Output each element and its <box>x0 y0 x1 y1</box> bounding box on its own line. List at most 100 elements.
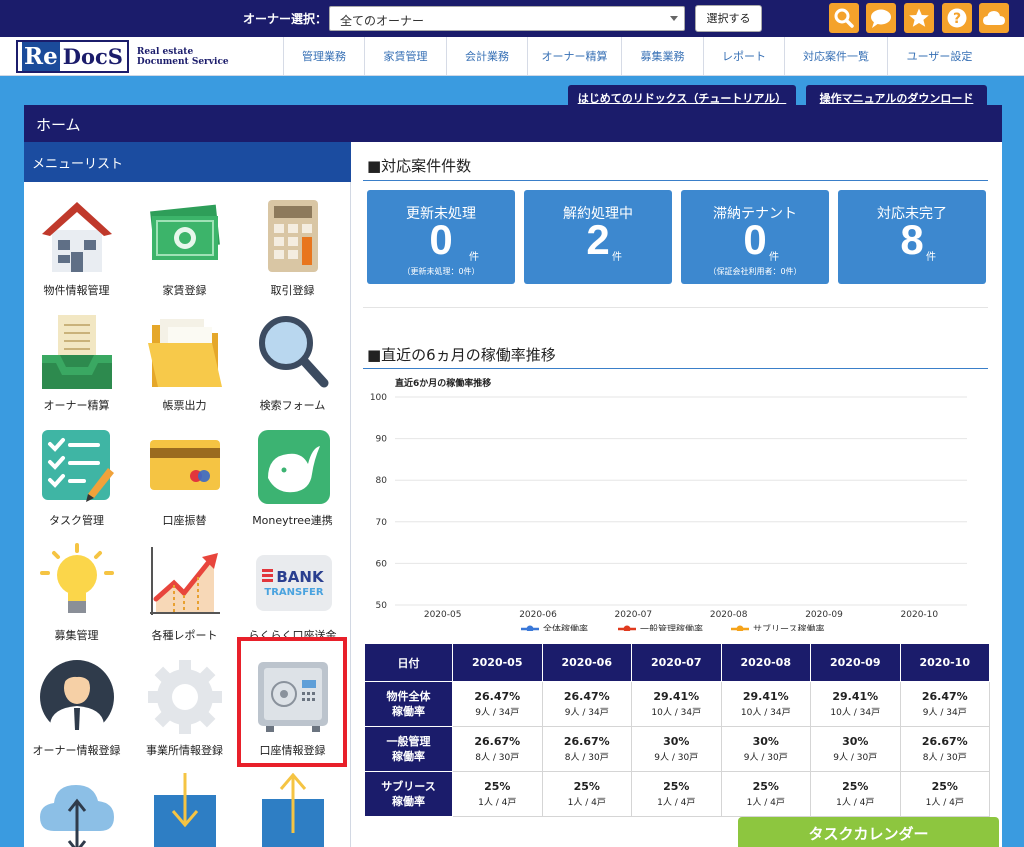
credit-card-icon <box>150 440 220 490</box>
cloud-icon[interactable] <box>979 3 1009 33</box>
chart-x-tick-label: 2020-05 <box>424 610 462 620</box>
menu-item-label: 取引登録 <box>270 284 315 297</box>
bank-label: BANK <box>276 568 325 586</box>
menu-item-download[interactable] <box>132 773 237 847</box>
cell-count: 9人 / 34戸 <box>564 708 609 718</box>
table-cell: 26.67% 8人 / 30戸 <box>899 726 990 772</box>
chevron-down-icon <box>670 16 678 21</box>
cell-count: 1人 / 4戸 <box>836 798 875 808</box>
nav-item-rent[interactable]: 家賃管理 <box>364 37 446 75</box>
menu-item-search-form[interactable]: 検索フォーム <box>240 313 345 425</box>
inbox-tray-icon <box>42 315 112 389</box>
cell-percentage: 26.67% <box>563 735 610 748</box>
menu-item-office-info[interactable]: 事業所情報登録 <box>132 658 237 770</box>
menu-header: メニューリスト <box>24 142 351 182</box>
occupancy-title-underline <box>363 368 988 369</box>
calculator-icon <box>268 200 318 272</box>
occupancy-table: 日付 2020-05 2020-06 2020-07 2020-08 2020-… <box>364 643 990 817</box>
chart-x-tick-label: 2020-08 <box>710 610 748 620</box>
cell-count: 1人 / 4戸 <box>478 798 517 808</box>
table-cell: 25% 1人 / 4戸 <box>541 771 632 817</box>
stat-card-value: 0 <box>429 216 453 263</box>
chart-legend-marker <box>736 625 744 633</box>
menu-item-upload[interactable] <box>240 773 345 847</box>
menu-item-label: 検索フォーム <box>259 399 326 412</box>
chat-icon[interactable] <box>866 3 896 33</box>
nav-item-management[interactable]: 管理業務 <box>283 37 364 75</box>
main-nav: Re DocS Real estate Document Service 管理業… <box>0 37 1024 76</box>
chart-y-tick-label: 100 <box>370 393 387 403</box>
table-row-header: サブリース 稼働率 <box>364 771 453 817</box>
checklist-icon <box>42 430 114 502</box>
stat-card-value: 0 <box>743 216 767 263</box>
top-bar: オーナー選択： 全てのオーナー 選択する ? <box>0 0 1024 37</box>
page-title: ホーム <box>24 105 1002 142</box>
nav-item-accounting[interactable]: 会計業務 <box>446 37 527 75</box>
chart-legend-item: サブリース稼働率 <box>731 623 825 635</box>
stat-card-incomplete[interactable]: 対応未完了 8 件 <box>838 190 986 284</box>
menu-item-task[interactable]: タスク管理 <box>24 428 129 540</box>
menu-item-cloud-sync[interactable] <box>24 773 129 847</box>
menu-item-owner-settlement[interactable]: オーナー精算 <box>24 313 129 425</box>
nav-item-recruitment[interactable]: 募集業務 <box>621 37 703 75</box>
menu-item-label: オーナー情報登録 <box>32 744 121 757</box>
menu-item-moneytree[interactable]: Moneytree連携 <box>240 428 345 540</box>
table-cell: 25% 1人 / 4戸 <box>899 771 990 817</box>
menu-item-direct-debit[interactable]: 口座振替 <box>132 428 237 540</box>
menu-item-label: 物件情報管理 <box>43 284 110 297</box>
cell-count: 1人 / 4戸 <box>657 798 696 808</box>
menu-item-reports[interactable]: 各種レポート <box>132 543 237 655</box>
table-cell: 26.47% 9人 / 34戸 <box>541 681 632 727</box>
cell-percentage: 26.47% <box>921 690 968 703</box>
star-icon[interactable] <box>904 3 934 33</box>
cases-title-underline <box>363 180 988 181</box>
task-calendar-button[interactable]: タスクカレンダー <box>738 817 999 847</box>
chart-x-tick-label: 2020-07 <box>615 610 653 620</box>
cell-percentage: 30% <box>842 735 869 748</box>
cell-percentage: 29.41% <box>742 690 789 703</box>
table-header-col: 2020-09 <box>810 643 901 682</box>
logo-re: Re <box>22 42 60 71</box>
redocs-logo[interactable]: Re DocS Real estate Document Service <box>16 40 229 73</box>
menu-item-transaction[interactable]: 取引登録 <box>240 198 345 310</box>
chart-y-tick-label: 80 <box>376 476 388 486</box>
stat-card-value: 2 <box>586 216 610 263</box>
stat-card-delinquent[interactable]: 滞納テナント 0 件 （保証会社利用者：0件） <box>681 190 829 284</box>
stat-card-note: （更新未処理：0件） <box>402 267 480 276</box>
occupancy-title: ■直近の6ヵ月の稼働率推移 <box>367 346 556 364</box>
stat-card-renewal[interactable]: 更新未処理 0 件 （更新未処理：0件） <box>367 190 515 284</box>
help-icon[interactable]: ? <box>942 3 972 33</box>
menu-item-label: 家賃登録 <box>162 284 207 297</box>
table-cell: 30% 9人 / 30戸 <box>720 726 811 772</box>
dashboard-panel: ■対応案件件数 更新未処理 0 件 （更新未処理：0件） 解約処理中 2 件 滞… <box>351 142 1002 847</box>
menu-item-label: 募集管理 <box>54 629 99 642</box>
menu-item-form-output[interactable]: 帳票出力 <box>132 313 237 425</box>
row-label-line1: 物件全体 <box>386 690 431 703</box>
cell-percentage: 25% <box>663 780 690 793</box>
menu-item-owner-info[interactable]: オーナー情報登録 <box>24 658 129 770</box>
row-label-line1: サブリース <box>381 780 436 793</box>
cell-percentage: 26.67% <box>474 735 521 748</box>
nav-item-report[interactable]: レポート <box>703 37 784 75</box>
cases-title: ■対応案件件数 <box>367 157 472 175</box>
menu-item-recruitment[interactable]: 募集管理 <box>24 543 129 655</box>
logo-subtitle: Real estate Document Service <box>137 47 229 67</box>
transfer-label: TRANSFER <box>264 587 323 598</box>
stat-card-cancellation[interactable]: 解約処理中 2 件 <box>524 190 672 284</box>
table-cell: 26.47% 9人 / 34戸 <box>452 681 543 727</box>
owner-select[interactable]: 全てのオーナー <box>329 6 685 31</box>
table-header-col: 2020-06 <box>541 643 632 682</box>
table-cell: 30% 9人 / 30戸 <box>810 726 901 772</box>
select-owner-button[interactable]: 選択する <box>695 5 762 32</box>
nav-item-owner-settlement[interactable]: オーナー精算 <box>527 37 621 75</box>
menu-item-property[interactable]: 物件情報管理 <box>24 198 129 310</box>
menu-item-rent[interactable]: 家賃登録 <box>132 198 237 310</box>
search-icon[interactable] <box>829 3 859 33</box>
nav-item-user-settings[interactable]: ユーザー設定 <box>887 37 991 75</box>
cell-count: 8人 / 30戸 <box>475 753 520 763</box>
table-cell: 30% 9人 / 30戸 <box>631 726 722 772</box>
magnifier-icon <box>259 316 329 388</box>
nav-item-cases[interactable]: 対応案件一覧 <box>784 37 887 75</box>
cell-count: 1人 / 4戸 <box>746 798 785 808</box>
section-divider <box>363 307 988 308</box>
